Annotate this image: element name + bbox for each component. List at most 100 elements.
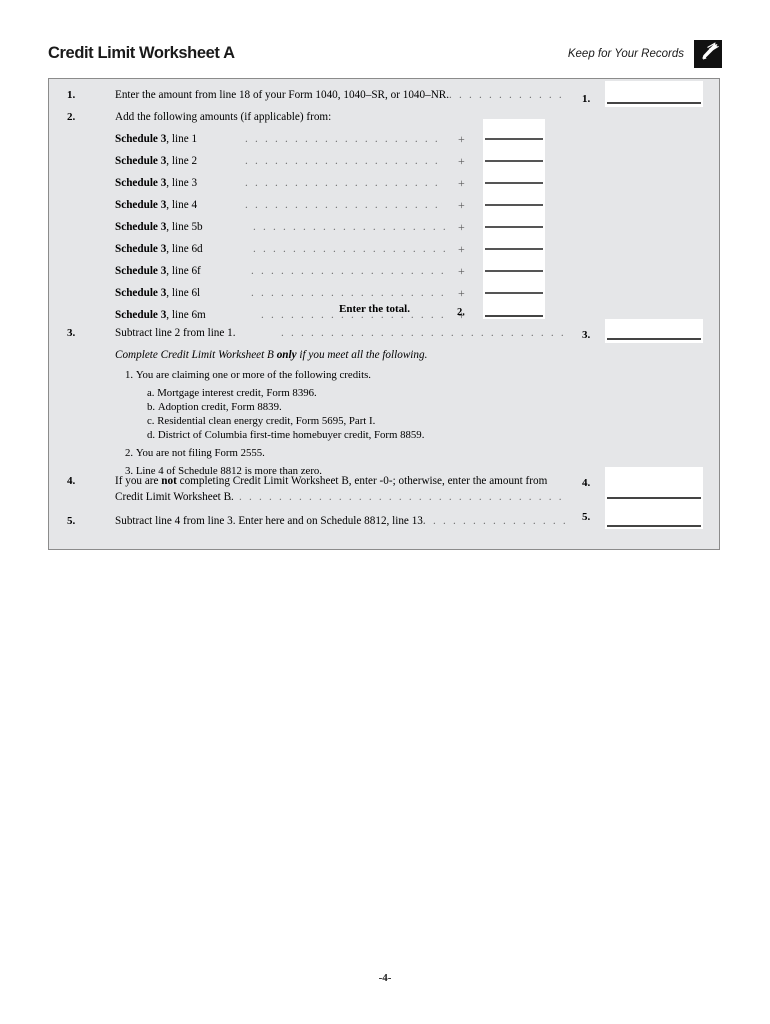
answer-rule-3 <box>607 338 701 340</box>
schedule3-row: Schedule 3, line 1 . . . . . . . . . . .… <box>49 131 719 153</box>
line-4-emphasis: not <box>161 475 177 487</box>
dot-leader: . . . . . . . . . . . . . . . . . . . . … <box>251 287 445 299</box>
worksheet-row-2: 2. Add the following amounts (if applica… <box>49 109 719 131</box>
subitem-letter: c. <box>147 415 155 427</box>
schedule3-label: Schedule 3, line 6l <box>115 285 200 301</box>
schedule3-label: Schedule 3, line 6f <box>115 263 201 279</box>
answer-number-4: 4. <box>582 477 591 489</box>
schedule3-source: Schedule 3 <box>115 177 167 189</box>
credit-limit-worksheet-a: 1. Enter the amount from line 18 of your… <box>48 78 720 550</box>
condition-2: 2. You are not filing Form 2555. <box>125 445 265 461</box>
schedule3-row: Schedule 3, line 4 . . . . . . . . . . .… <box>49 197 719 219</box>
line-5-text: Subtract line 4 from line 3. Enter here … <box>115 515 426 527</box>
plus-sign: + <box>458 198 465 212</box>
enter-total-label: Enter the total. <box>339 303 410 315</box>
worksheet-header: Credit Limit Worksheet A Keep for Your R… <box>48 40 722 74</box>
plus-sign: + <box>458 264 465 278</box>
schedule3-line: , line 6d <box>166 243 203 255</box>
plus-sign: + <box>458 154 465 168</box>
answer-number-3: 3. <box>582 329 591 341</box>
dot-leader: . . . . . . . . . . . . . . . . . . . . … <box>251 265 445 277</box>
line-number-5: 5. <box>67 515 76 527</box>
page-footer: -4- <box>378 972 392 984</box>
plus-sign: + <box>458 286 465 300</box>
schedule3-label: Schedule 3, line 1 <box>115 131 197 147</box>
dot-leader: . . . . . . . . . . . . . . . . . . . . … <box>281 327 565 339</box>
schedule3-line: , line 5b <box>166 221 203 233</box>
schedule3-row: Schedule 3, line 3 . . . . . . . . . . .… <box>49 175 719 197</box>
note-emphasis: only <box>276 349 297 361</box>
keep-for-records-label: Keep for Your Records <box>567 48 684 60</box>
note-after: if you meet all the following. <box>296 349 428 361</box>
pen-records-icon <box>694 40 722 68</box>
answer-rule-4 <box>607 497 701 499</box>
schedule3-source: Schedule 3 <box>115 243 167 255</box>
line-2-text: Add the following amounts (if applicable… <box>115 111 332 123</box>
line-4-text: If you are not completing Credit Limit W… <box>115 473 547 489</box>
schedule3-label: Schedule 3, line 4 <box>115 197 197 213</box>
subitem-d: d. District of Columbia first-time homeb… <box>147 427 424 443</box>
dot-leader: . . . . . . . . . . . . . . . . . . . . … <box>229 491 565 503</box>
subitem-letter: b. <box>147 401 156 413</box>
condition-text: You are claiming one or more of the foll… <box>135 369 371 381</box>
subitem-text: Adoption credit, Form 8839. <box>157 401 282 413</box>
line-number-2: 2. <box>67 111 76 123</box>
schedule3-source: Schedule 3 <box>115 265 167 277</box>
line-3-text: Subtract line 2 from line 1. <box>115 327 236 339</box>
plus-sign: + <box>458 220 465 234</box>
subitem-letter: d. <box>147 429 156 441</box>
dot-leader: . . . . . . . . . . . . . . . . . . . . … <box>449 89 565 101</box>
line-number-3: 3. <box>67 327 76 339</box>
dot-leader: . . . . . . . . . . . . . . . . . . . . … <box>245 133 445 145</box>
dot-leader: . . . . . . . . . . . . . . . . . . . . … <box>245 155 445 167</box>
schedule3-line: , line 4 <box>166 199 198 211</box>
answer-rule-1 <box>607 102 701 104</box>
answer-number-5: 5. <box>582 511 591 523</box>
line-number-1: 1. <box>67 89 76 101</box>
dot-leader: . . . . . . . . . . . . . . . . . . . . … <box>245 177 445 189</box>
dot-leader: . . . . . . . . . . . . . . . . . . . . … <box>423 515 565 527</box>
subitem-text: District of Columbia first-time homebuye… <box>157 429 425 441</box>
subitem-letter: a. <box>147 387 155 399</box>
answer-rule-5 <box>607 525 701 527</box>
line-4-after: completing Credit Limit Worksheet B, ent… <box>176 475 548 487</box>
condition-number: 1. <box>125 369 134 381</box>
condition-text: You are not filing Form 2555. <box>135 447 265 459</box>
schedule3-source: Schedule 3 <box>115 155 167 167</box>
schedule3-label: Schedule 3, line 5b <box>115 219 203 235</box>
schedule3-source: Schedule 3 <box>115 133 167 145</box>
note-before: Complete Credit Limit Worksheet B <box>115 349 277 361</box>
subitem-text: Residential clean energy credit, Form 56… <box>157 415 376 427</box>
condition-1: 1. You are claiming one or more of the f… <box>125 367 371 383</box>
schedule3-source: Schedule 3 <box>115 221 167 233</box>
answer-rule-2 <box>485 315 543 317</box>
line-number-4: 4. <box>67 475 76 487</box>
page-title: Credit Limit Worksheet A <box>48 44 235 62</box>
schedule3-line: , line 6f <box>166 265 201 277</box>
schedule3-line: , line 6l <box>166 287 201 299</box>
answer-number-2: 2. <box>457 307 465 318</box>
line-4-text-line2: Credit Limit Worksheet B. <box>115 491 234 503</box>
line-1-text: Enter the amount from line 18 of your Fo… <box>115 89 450 101</box>
dot-leader: . . . . . . . . . . . . . . . . . . . . … <box>253 243 445 255</box>
schedule3-label: Schedule 3, line 3 <box>115 175 197 191</box>
schedule3-label: Schedule 3, line 6d <box>115 241 203 257</box>
schedule3-source: Schedule 3 <box>115 287 167 299</box>
plus-sign: + <box>458 176 465 190</box>
dot-leader: . . . . . . . . . . . . . . . . . . . . … <box>245 199 445 211</box>
plus-sign: + <box>458 132 465 146</box>
condition-number: 2. <box>125 447 134 459</box>
schedule3-line: , line 3 <box>166 177 198 189</box>
subitem-text: Mortgage interest credit, Form 8396. <box>157 387 317 399</box>
plus-sign: + <box>458 242 465 256</box>
schedule3-line: , line 1 <box>166 133 198 145</box>
schedule3-row: Schedule 3, line 5b . . . . . . . . . . … <box>49 219 719 241</box>
schedule3-row: Schedule 3, line 2 . . . . . . . . . . .… <box>49 153 719 175</box>
schedule3-source: Schedule 3 <box>115 199 167 211</box>
line-4-before: If you are <box>115 475 162 487</box>
dot-leader: . . . . . . . . . . . . . . . . . . . . … <box>253 221 445 233</box>
schedule3-row: Schedule 3, line 6d . . . . . . . . . . … <box>49 241 719 263</box>
worksheet-b-note: Complete Credit Limit Worksheet B only i… <box>115 347 427 363</box>
schedule3-label: Schedule 3, line 2 <box>115 153 197 169</box>
answer-number-1: 1. <box>582 93 591 105</box>
